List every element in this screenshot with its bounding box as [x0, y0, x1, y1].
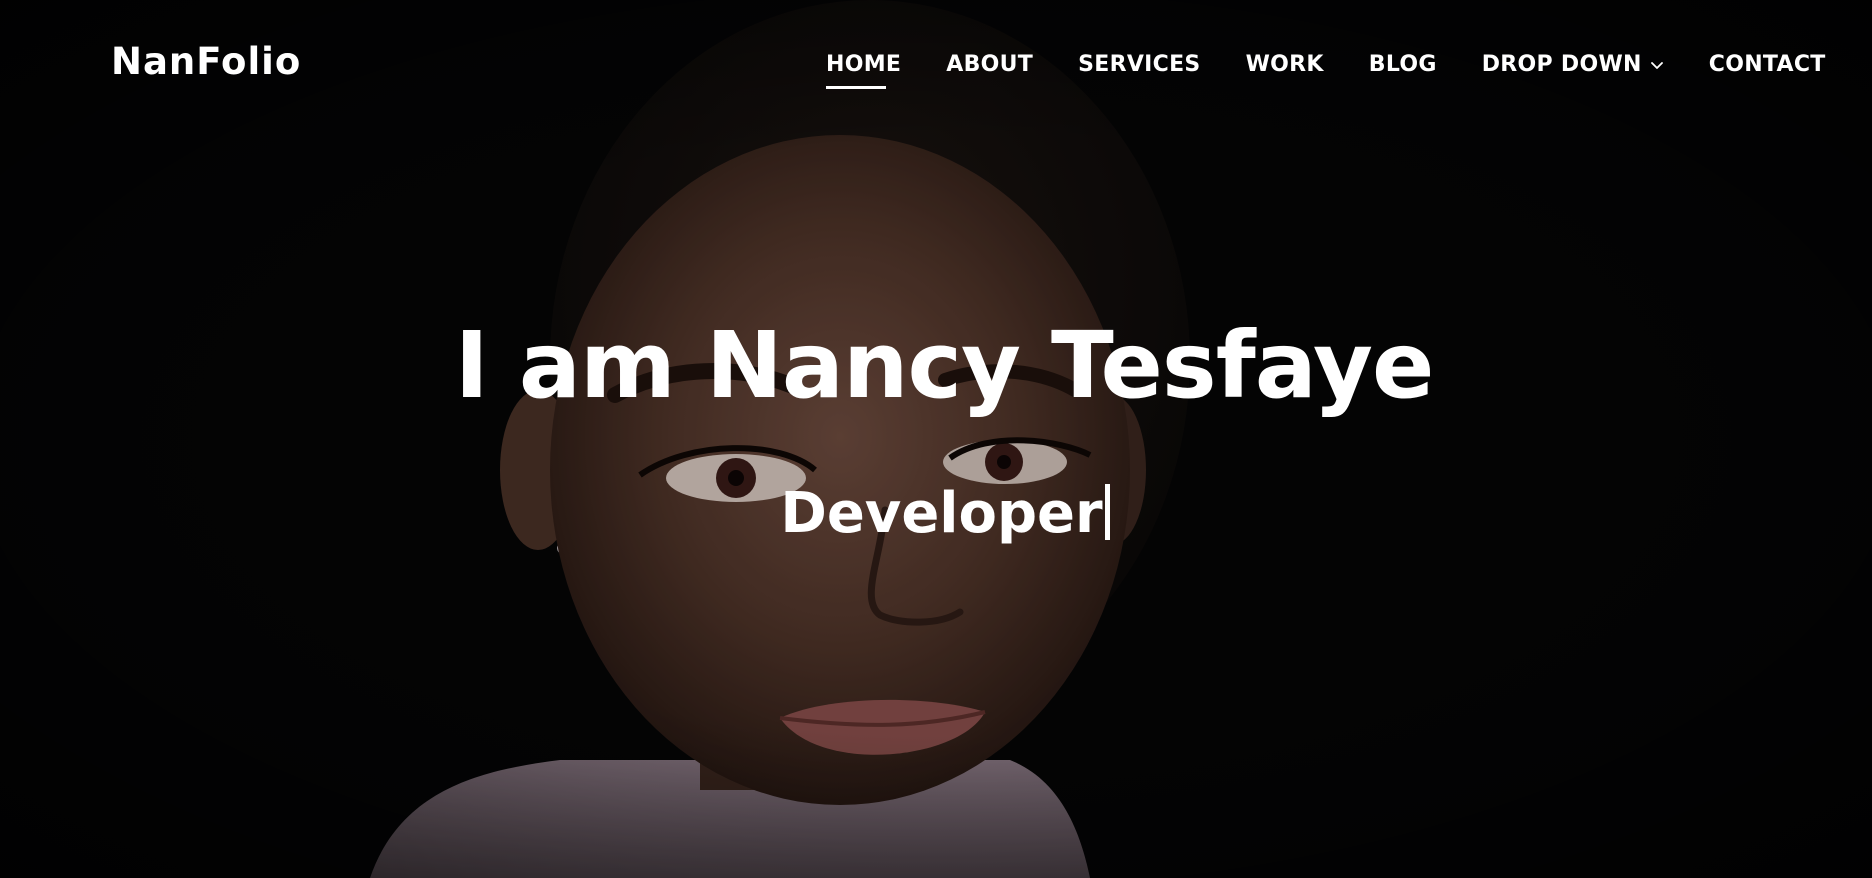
hero-title: I am Nancy Tesfaye: [454, 312, 1435, 419]
nav-item-work[interactable]: WORK: [1246, 54, 1324, 76]
site-logo[interactable]: NanFolio: [111, 43, 301, 80]
hero-typed-text: Developer: [780, 481, 1103, 546]
nav-item-dropdown[interactable]: DROP DOWN: [1482, 54, 1664, 76]
chevron-down-icon: [1650, 62, 1663, 69]
main-nav: HOME ABOUT SERVICES WORK BLOG DROP DOWN: [826, 52, 1826, 89]
nav-item-label: BLOG: [1368, 52, 1437, 77]
hero-overlay: [0, 0, 1872, 878]
nav-item-contact[interactable]: CONTACT: [1709, 54, 1826, 76]
site-header: NanFolio HOME ABOUT SERVICES WORK BLOG D…: [0, 0, 1872, 130]
nav-item-label: DROP DOWN: [1481, 52, 1642, 77]
nav-item-blog[interactable]: BLOG: [1369, 54, 1437, 76]
nav-item-label: SERVICES: [1078, 52, 1201, 77]
nav-item-label: ABOUT: [946, 52, 1034, 77]
nav-item-services[interactable]: SERVICES: [1078, 54, 1200, 76]
typing-cursor: [1104, 484, 1110, 540]
nav-item-home[interactable]: HOME: [826, 52, 902, 89]
hero-typed-subtitle: Developer: [0, 484, 1872, 542]
nav-item-label: CONTACT: [1708, 52, 1826, 77]
page: NanFolio HOME ABOUT SERVICES WORK BLOG D…: [0, 0, 1872, 878]
nav-item-label: WORK: [1245, 52, 1324, 77]
nav-item-label: HOME: [826, 52, 902, 77]
nav-item-about[interactable]: ABOUT: [946, 54, 1033, 76]
